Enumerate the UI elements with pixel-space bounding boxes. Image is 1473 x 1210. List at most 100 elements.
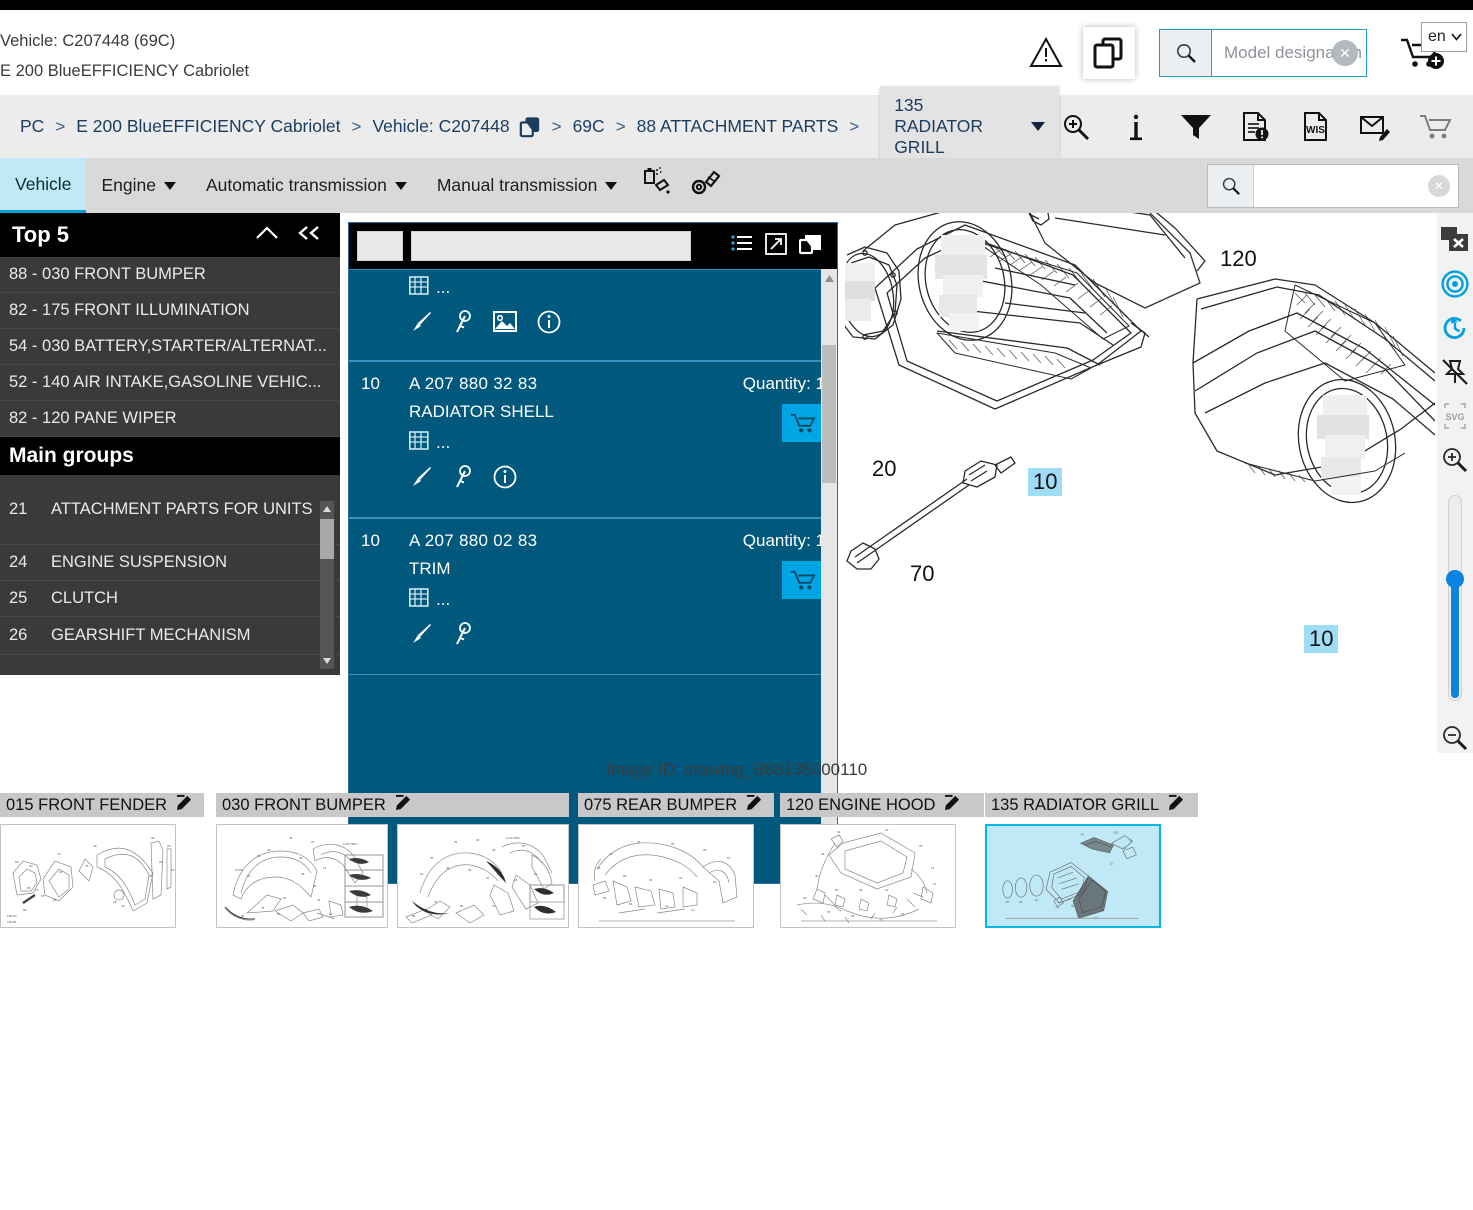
grid-icon[interactable]: ... [409, 431, 825, 453]
grid-icon[interactable]: ... [409, 276, 825, 298]
zoom-slider-handle[interactable] [1446, 570, 1464, 588]
info-circle-icon[interactable] [493, 465, 517, 494]
sidebar-item-top5-0[interactable]: 88 - 030 FRONT BUMPER [0, 257, 340, 293]
thumbnail-item[interactable]: 30 25 20 40 15 45 50 35 22 10 55 60 12 14 [578, 824, 754, 928]
key-icon[interactable] [453, 310, 473, 339]
model-designation-search[interactable]: Model designation ✕ [1159, 28, 1367, 77]
key-icon[interactable] [453, 622, 473, 651]
cart-icon[interactable] [1419, 110, 1453, 144]
sidebar-item-maingroup-25[interactable]: 25 CLUTCH [0, 581, 340, 617]
parts-drawing-canvas[interactable]: 120 20 10 70 10 [845, 213, 1435, 753]
edit-icon[interactable] [176, 794, 193, 816]
sidebar-item-top5-1[interactable]: 82 - 175 FRONT ILLUMINATION [0, 293, 340, 329]
key-icon[interactable] [453, 465, 473, 494]
breadcrumb-copy-icon[interactable] [519, 116, 541, 138]
sidebar-item-maingroup-26[interactable]: 26 GEARSHIFT MECHANISM [0, 617, 340, 655]
chevron-up-icon[interactable] [254, 224, 280, 247]
add-to-cart-icon[interactable] [782, 404, 824, 442]
parts-search[interactable]: ✕ [1207, 163, 1459, 208]
edit-icon[interactable] [746, 794, 763, 816]
edit-icon[interactable] [1168, 794, 1185, 816]
model-designation-input[interactable]: Model designation ✕ [1212, 29, 1366, 76]
thumbnail-group-label[interactable]: 135 RADIATOR GRILL [985, 793, 1198, 817]
mail-edit-icon[interactable] [1359, 110, 1393, 144]
paint-brush-icon[interactable] [409, 465, 433, 494]
tab-manual-transmission[interactable]: Manual transmission [422, 158, 632, 213]
scroll-up-arrow-icon[interactable] [821, 269, 837, 287]
image-icon[interactable] [493, 311, 517, 338]
edit-icon[interactable] [944, 794, 961, 816]
breadcrumb-item-vehicle[interactable]: Vehicle: C207448 [372, 116, 509, 137]
parts-list-row-radiator-shell[interactable]: 10 A 207 880 32 83 Quantity: 1 RADIATOR … [349, 361, 837, 518]
add-to-cart-icon[interactable] [782, 561, 824, 599]
edit-icon[interactable] [395, 794, 412, 816]
zoom-in-search-icon[interactable] [1059, 110, 1093, 144]
thumbnail-group-label[interactable]: 120 ENGINE HOOD [780, 793, 984, 817]
breadcrumb-item-code[interactable]: 69C [573, 116, 605, 137]
parts-list-row-trim[interactable]: 10 A 207 880 02 83 Quantity: 1 TRIM ... [349, 518, 837, 675]
thumbnail-item[interactable]: 90 70 40 30 20 10 50 60 45 65 55 15 25 80 100 90 1… [0, 824, 176, 928]
close-window-icon[interactable] [1439, 225, 1471, 255]
search-icon[interactable] [1208, 164, 1254, 207]
sidebar-item-top5-2[interactable]: 54 - 030 BATTERY,STARTER/ALTERNAT... [0, 329, 340, 365]
info-circle-icon[interactable] [537, 310, 561, 339]
paint-brush-icon[interactable] [409, 310, 433, 339]
tab-vehicle[interactable]: Vehicle [0, 158, 87, 213]
bolt-wrench-icon[interactable] [690, 167, 722, 204]
scroll-up-arrow-icon[interactable] [320, 501, 334, 517]
clear-search-icon[interactable]: ✕ [1332, 39, 1358, 66]
drawing-callout-10-left[interactable]: 10 [1028, 468, 1063, 496]
warning-triangle-icon[interactable] [1023, 30, 1069, 76]
parts-list-row-partial[interactable]: ... [349, 269, 837, 361]
paint-brush-icon[interactable] [409, 622, 433, 651]
drawing-callout-120[interactable]: 120 [1220, 246, 1257, 272]
thumbnail-group-label[interactable]: 075 REAR BUMPER [578, 793, 774, 817]
target-focus-icon[interactable] [1439, 269, 1471, 299]
breadcrumb-current-dropdown[interactable]: 135 RADIATOR GRILL [880, 86, 1059, 167]
drawing-callout-70[interactable]: 70 [910, 561, 934, 587]
unpin-icon[interactable] [1439, 357, 1471, 387]
expand-icon[interactable] [765, 232, 787, 260]
thumbnail-group-label[interactable]: 015 FRONT FENDER [0, 793, 204, 817]
search-icon[interactable] [1160, 29, 1212, 76]
scroll-down-arrow-icon[interactable] [320, 653, 334, 669]
language-selector[interactable]: en [1421, 22, 1467, 52]
sidebar-scroll-thumb[interactable] [320, 519, 334, 559]
thumbnail-item[interactable]: A 207 880 ... 40 25 55 45 30 70 80 60 35 20 15 6… [216, 824, 388, 928]
info-icon[interactable] [1119, 110, 1153, 144]
sidebar-item-maingroup-24[interactable]: 24 ENGINE SUSPENSION [0, 545, 340, 581]
parts-filter-box[interactable] [357, 231, 403, 261]
sidebar-item-top5-4[interactable]: 82 - 120 PANE WIPER [0, 401, 340, 437]
reset-history-icon[interactable] [1439, 313, 1471, 343]
filter-icon[interactable] [1179, 110, 1213, 144]
thumbnail-group-label[interactable]: 030 FRONT BUMPER [216, 793, 569, 817]
paint-spray-icon[interactable] [642, 167, 672, 204]
breadcrumb-item-group[interactable]: 88 ATTACHMENT PARTS [637, 116, 839, 137]
svg-export-icon[interactable]: SVG [1439, 401, 1471, 431]
copy-documents-icon[interactable] [1083, 26, 1135, 79]
grid-icon[interactable]: ... [409, 588, 825, 610]
chevron-double-left-icon[interactable] [296, 224, 322, 247]
list-view-icon[interactable] [731, 234, 753, 259]
sidebar-item-top5-3[interactable]: 52 - 140 AIR INTAKE,GASOLINE VEHIC... [0, 365, 340, 401]
thumbnail-item[interactable]: 30 20 25 35 15 40 10 50 45 12 60 55 65 70 18 [780, 824, 956, 928]
wis-document-icon[interactable]: WIS [1299, 110, 1333, 144]
copy-icon[interactable] [798, 233, 823, 260]
parts-filter-input[interactable] [411, 231, 691, 261]
document-alert-icon[interactable] [1239, 110, 1273, 144]
breadcrumb-item-model[interactable]: E 200 BlueEFFICIENCY Cabriolet [76, 116, 340, 137]
parts-list-scrollbar[interactable] [821, 269, 837, 883]
zoom-slider[interactable] [1446, 494, 1464, 701]
sidebar-item-maingroup-21[interactable]: 21 ATTACHMENT PARTS FOR UNITS [0, 475, 340, 545]
parts-search-input[interactable]: ✕ [1254, 164, 1458, 207]
drawing-callout-20[interactable]: 20 [872, 456, 896, 482]
drawing-callout-10-right[interactable]: 10 [1304, 625, 1339, 653]
tab-engine[interactable]: Engine [86, 158, 191, 213]
tab-automatic-transmission[interactable]: Automatic transmission [191, 158, 422, 213]
clear-icon[interactable]: ✕ [1428, 174, 1450, 197]
zoom-out-icon[interactable] [1439, 723, 1471, 753]
zoom-in-icon[interactable] [1439, 445, 1471, 475]
breadcrumb-item-pc[interactable]: PC [20, 116, 44, 137]
thumbnail-item-selected[interactable]: 70 120 20 10 20 30 40 70 50 10 15 [985, 824, 1161, 928]
parts-scroll-thumb[interactable] [822, 345, 836, 483]
